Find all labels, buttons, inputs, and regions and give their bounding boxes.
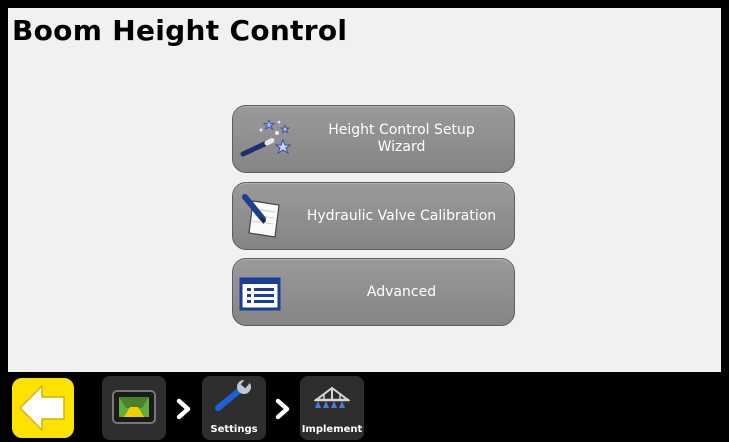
menu-item-label: Height Control Setup Wizard (328, 122, 475, 155)
chevron-right-icon (175, 398, 193, 420)
breadcrumb-label: Settings (210, 424, 258, 435)
main-panel: Boom Height Control Height Control Setup… (8, 8, 721, 372)
breadcrumb-settings[interactable]: Settings (202, 376, 266, 440)
back-button[interactable] (10, 376, 76, 440)
hydraulic-valve-calibration-button[interactable]: Hydraulic Valve Calibration (232, 182, 515, 250)
wrench-icon (212, 379, 256, 418)
back-arrow-icon (12, 378, 74, 442)
page-title: Boom Height Control (12, 14, 348, 47)
screen: Boom Height Control Height Control Setup… (0, 0, 729, 442)
breadcrumb-implement[interactable]: Implement (300, 376, 364, 440)
notepad-pen-icon (239, 193, 293, 239)
menu-item-label: Advanced (366, 283, 437, 300)
breadcrumb-home[interactable] (102, 376, 166, 440)
breadcrumb-label: Implement (301, 424, 363, 435)
advanced-button[interactable]: Advanced (232, 258, 515, 326)
bottom-navigation-bar: Settings Implement (0, 372, 729, 442)
magic-wand-icon (239, 116, 293, 162)
chevron-right-icon (274, 398, 292, 420)
list-settings-icon (239, 269, 293, 315)
height-control-setup-wizard-button[interactable]: Height Control Setup Wizard (232, 105, 515, 173)
display-home-icon (112, 390, 156, 430)
menu-item-label: Hydraulic Valve Calibration (306, 207, 497, 224)
sprayer-boom-icon (313, 386, 351, 414)
